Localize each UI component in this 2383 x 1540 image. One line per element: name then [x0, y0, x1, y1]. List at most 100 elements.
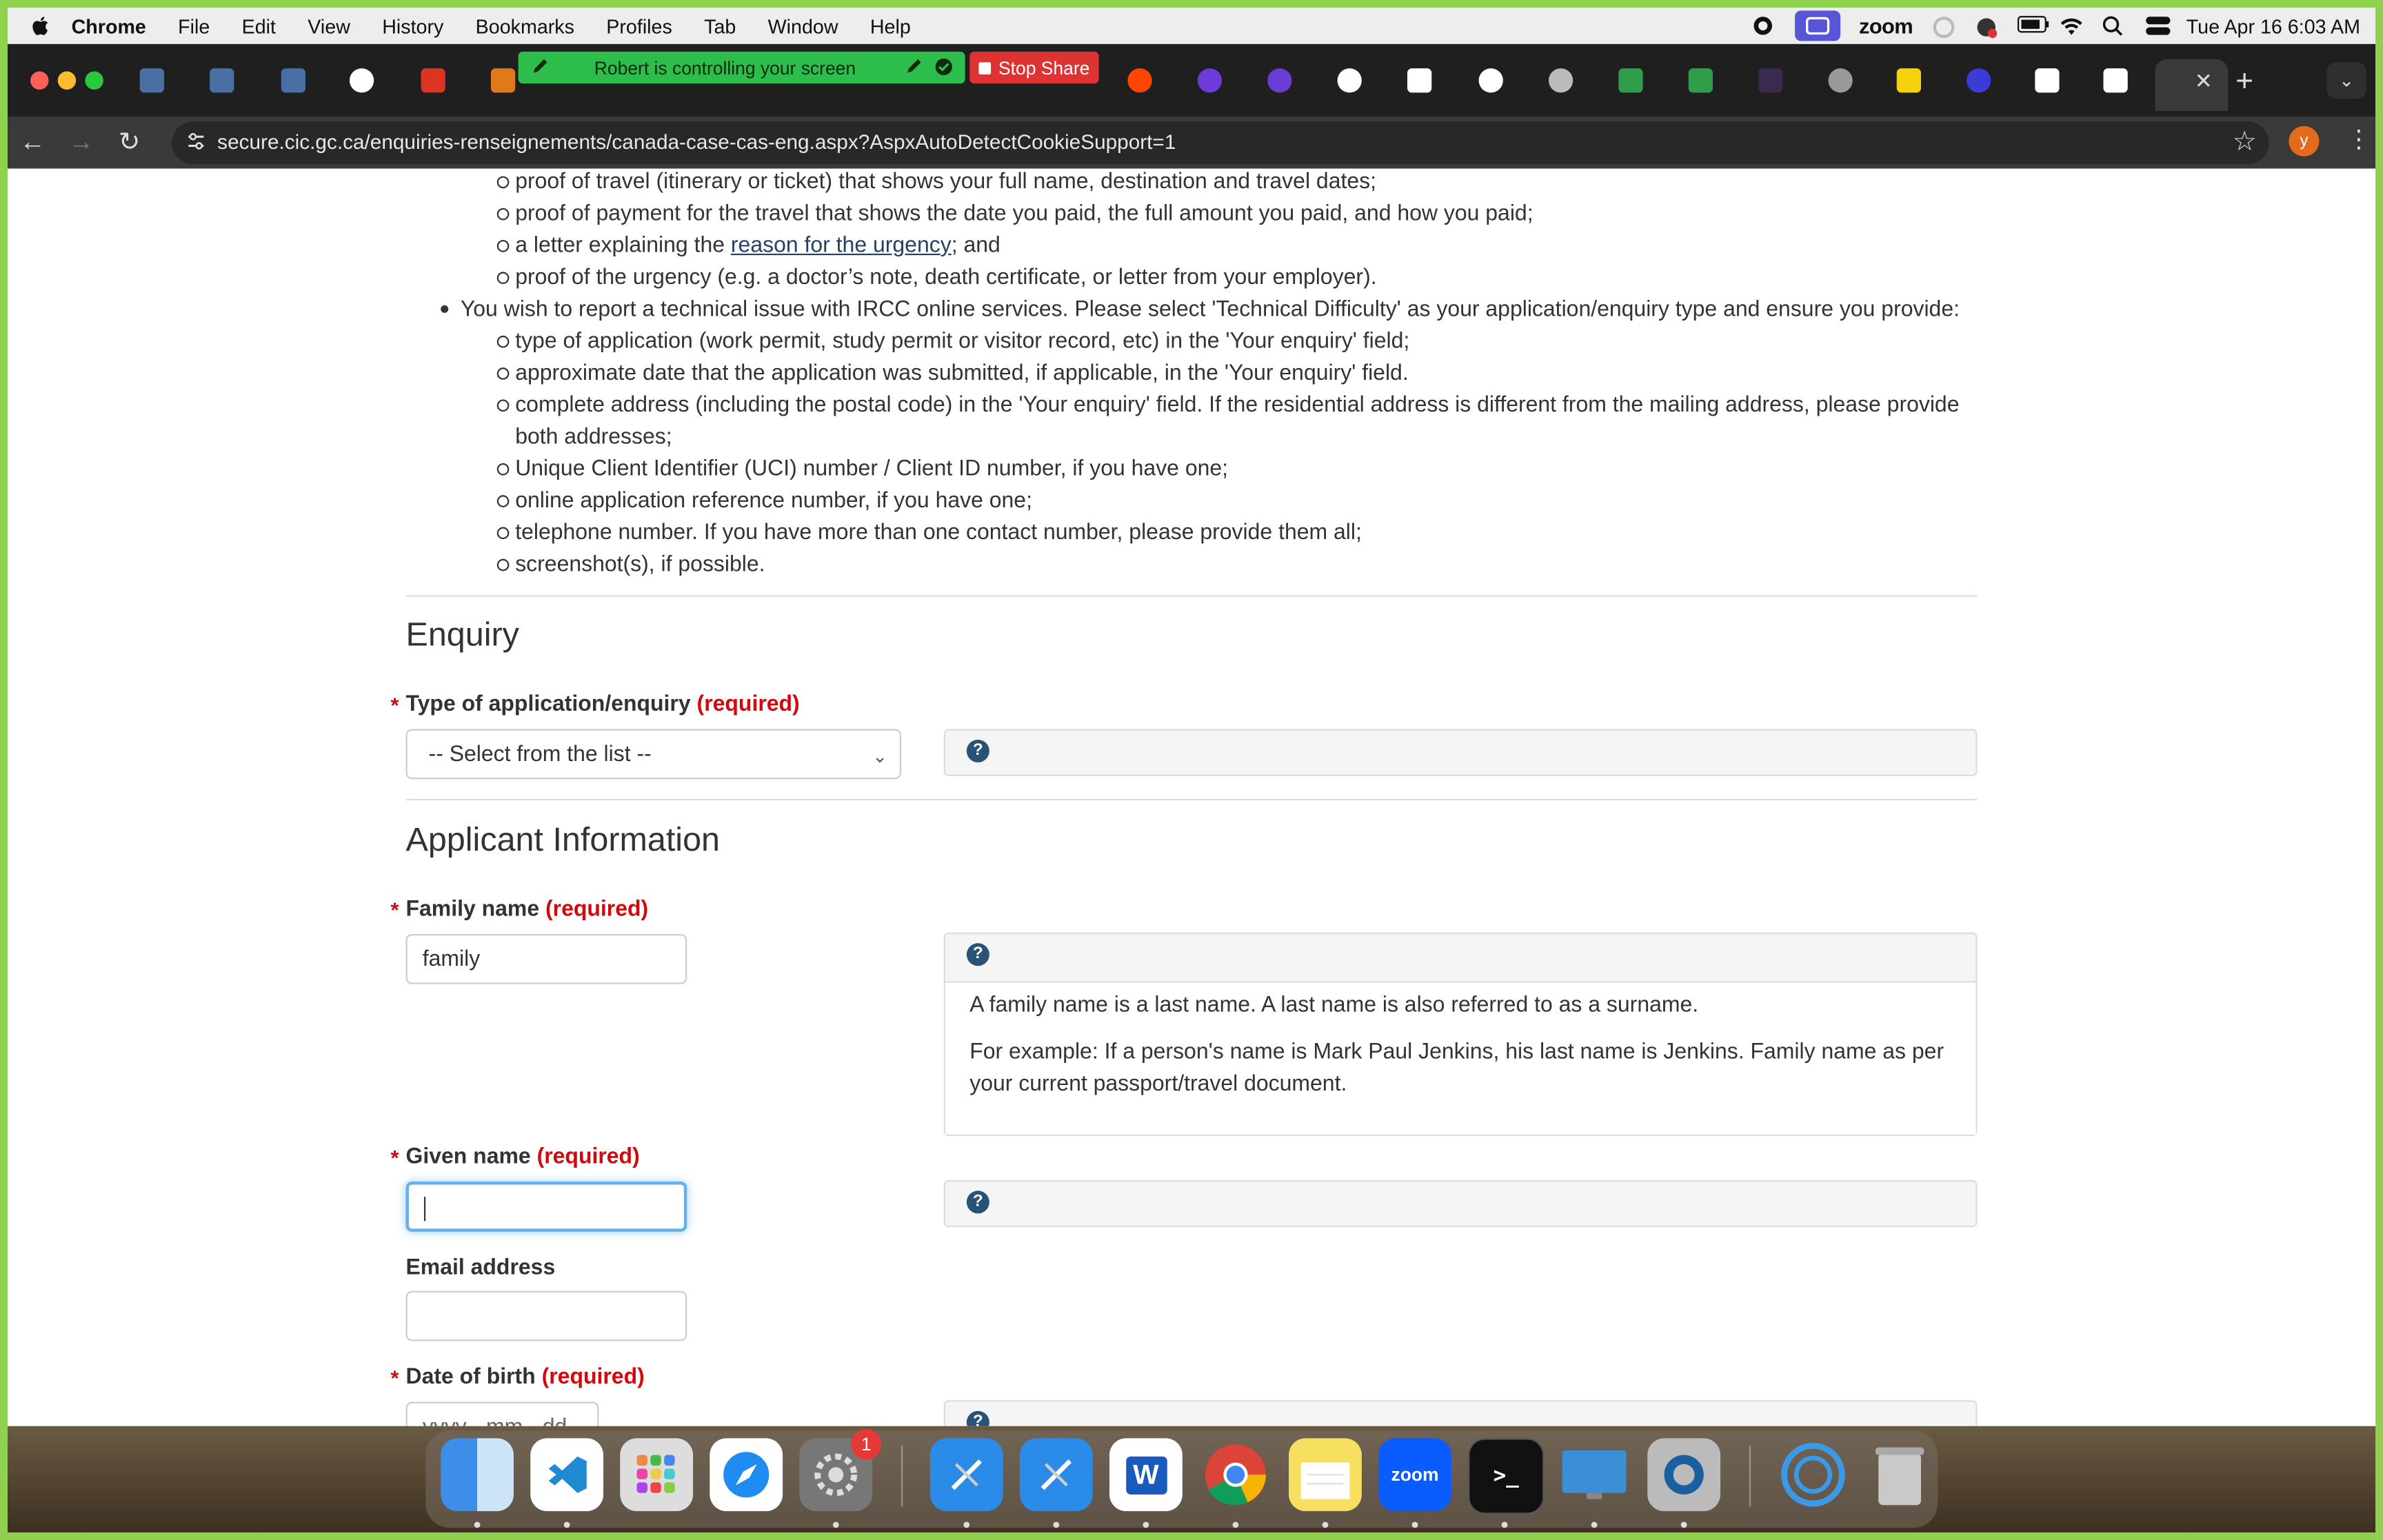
email-address-input[interactable] [405, 1290, 687, 1341]
tab-favicon-google[interactable] [349, 68, 374, 93]
tab-favicon-morgan-stanley[interactable] [210, 68, 234, 93]
close-tab-icon[interactable]: ✕ [2195, 68, 2213, 94]
list-item: type of application (work permit, study … [515, 330, 1410, 354]
spinner-icon[interactable] [1931, 15, 1955, 39]
finder-icon[interactable] [441, 1438, 514, 1512]
forward-arrow-icon[interactable]: → [68, 128, 94, 158]
back-arrow-icon[interactable]: ← [20, 128, 46, 158]
battery-icon[interactable] [2016, 15, 2049, 37]
help-icon[interactable]: ? [966, 1410, 989, 1426]
reason-for-urgency-link[interactable]: reason for the urgency [731, 234, 952, 258]
tab-favicon-w[interactable] [1618, 68, 1643, 93]
dock-separator [1749, 1446, 1751, 1507]
menu-edit[interactable]: Edit [242, 14, 276, 37]
vscode-icon[interactable] [530, 1438, 604, 1512]
enquiry-type-select[interactable]: -- Select from the list -- ⌄ [405, 729, 902, 780]
microsoft-word-icon[interactable]: W [1109, 1438, 1183, 1512]
menubar-clock[interactable]: Tue Apr 16 6:03 AM [2186, 14, 2360, 37]
creative-cloud-icon[interactable] [1973, 15, 1998, 39]
screen-record-icon[interactable] [1753, 15, 1777, 37]
chevron-down-icon: ⌄ [872, 745, 888, 767]
menu-window[interactable]: Window [768, 14, 838, 37]
tab-favicon-fs[interactable] [2103, 68, 2128, 93]
tab-favicon-purple[interactable] [1267, 68, 1292, 93]
tab-favicon-morgan-stanley[interactable] [139, 68, 165, 93]
safari-icon[interactable] [710, 1438, 783, 1512]
shield-check-icon[interactable] [935, 58, 953, 76]
list-item: proof of the urgency (e.g. a doctor’s no… [515, 265, 1377, 290]
dock-separator [901, 1446, 903, 1507]
tab-favicon-purple[interactable] [1197, 68, 1223, 93]
pencil-icon[interactable] [904, 58, 922, 76]
chrome-icon[interactable] [1199, 1438, 1272, 1511]
tab-favicon-globe[interactable] [1828, 68, 1853, 93]
wifi-icon[interactable] [2059, 15, 2083, 37]
family-name-input[interactable]: family [405, 933, 687, 984]
tab-favicon-morgan-stanley[interactable] [281, 68, 306, 93]
list-bullet [441, 305, 449, 313]
tab-search-chevron-icon[interactable]: ⌄ [2326, 62, 2366, 99]
tab-favicon-google[interactable] [1478, 68, 1503, 93]
menu-chrome[interactable]: Chrome [72, 14, 146, 37]
tab-favicon-blue[interactable] [1967, 68, 1991, 93]
trash-icon[interactable] [1863, 1438, 1936, 1511]
chrome-menu-icon[interactable]: ⋮ [2346, 125, 2371, 155]
menu-history[interactable]: History [382, 14, 443, 37]
minimize-window-icon[interactable] [57, 71, 77, 90]
terminal-icon[interactable]: >_ [1468, 1438, 1545, 1514]
reload-icon[interactable]: ↻ [119, 128, 140, 158]
date-of-birth-input[interactable]: yyyy - mm - dd [405, 1401, 599, 1426]
launchpad-icon[interactable] [620, 1438, 694, 1512]
menu-bookmarks[interactable]: Bookmarks [476, 14, 574, 37]
downloads-folder-icon[interactable] [1777, 1438, 1850, 1511]
help-icon[interactable]: ? [966, 943, 989, 966]
screen-sharing-icon[interactable] [1558, 1438, 1631, 1511]
tab-favicon-w[interactable] [1688, 68, 1713, 93]
tab-favicon-chrome[interactable] [1548, 68, 1573, 93]
tab-favicon-red[interactable] [421, 68, 445, 93]
tab-favicon-fs[interactable] [2035, 68, 2060, 93]
maximize-window-icon[interactable] [85, 71, 103, 90]
tab-favicon-reddit[interactable] [1127, 68, 1152, 93]
stop-share-button[interactable]: Stop Share [969, 51, 1099, 84]
new-tab-button[interactable]: + [2235, 65, 2253, 101]
xcode-icon[interactable] [929, 1438, 1003, 1512]
screen-share-icon[interactable] [1795, 10, 1841, 41]
profile-avatar[interactable]: y [2289, 125, 2320, 156]
help-icon[interactable]: ? [966, 1191, 989, 1214]
zoom-menu-label[interactable]: zoom [1859, 14, 1913, 38]
system-settings-icon[interactable]: 1 [799, 1429, 882, 1512]
tab-favicon-orange[interactable] [490, 68, 516, 93]
address-bar[interactable]: secure.cic.gc.ca/enquiries-renseignement… [172, 121, 2269, 164]
stop-share-label: Stop Share [998, 57, 1090, 79]
list-bullet [496, 207, 510, 221]
tab-favicon-medium[interactable] [1407, 68, 1432, 93]
list-item: telephone number. If you have more than … [515, 520, 1362, 545]
tab-favicon-b[interactable] [1758, 68, 1783, 93]
tab-favicon-google[interactable] [1337, 68, 1362, 93]
quicktime-icon[interactable] [1647, 1438, 1721, 1512]
menu-profiles[interactable]: Profiles [606, 14, 672, 37]
list-bullet [496, 367, 510, 380]
enquiry-heading: Enquiry [405, 615, 519, 654]
bookmark-star-icon[interactable]: ☆ [2233, 126, 2258, 158]
site-settings-icon[interactable] [185, 130, 207, 152]
menu-view[interactable]: View [308, 14, 350, 37]
given-name-help-box: ? [943, 1179, 1978, 1228]
close-window-icon[interactable] [30, 71, 49, 90]
apple-menu-icon[interactable] [29, 14, 53, 38]
tab-favicon-w-yellow[interactable] [1896, 68, 1921, 93]
help-icon[interactable]: ? [966, 739, 989, 763]
notes-icon[interactable] [1289, 1438, 1362, 1512]
menu-help[interactable]: Help [870, 14, 911, 37]
spotlight-search-icon[interactable] [2101, 15, 2125, 37]
text-cursor [423, 1197, 426, 1222]
given-name-input[interactable] [405, 1182, 687, 1232]
active-tab[interactable]: ✕ [2155, 59, 2229, 111]
menu-file[interactable]: File [178, 14, 210, 37]
xcode-icon[interactable] [1019, 1438, 1093, 1512]
control-center-icon[interactable] [2144, 15, 2170, 37]
url-text[interactable]: secure.cic.gc.ca/enquiries-renseignement… [217, 130, 1176, 153]
menu-tab[interactable]: Tab [704, 14, 736, 37]
zoom-app-icon[interactable]: zoom [1378, 1438, 1451, 1512]
